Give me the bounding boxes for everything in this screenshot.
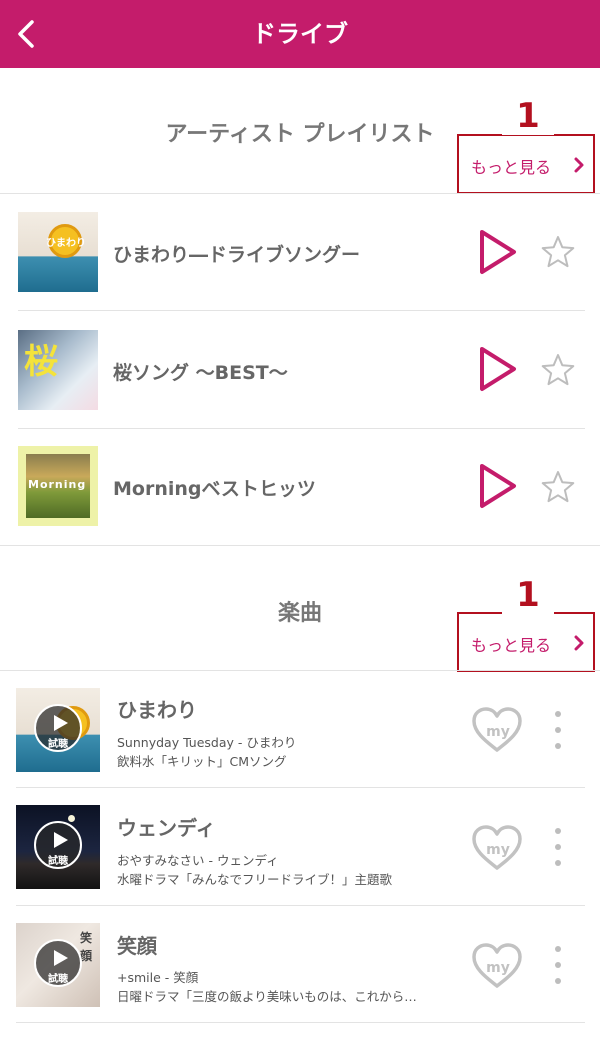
star-outline-icon: [541, 354, 575, 386]
play-button[interactable]: [476, 462, 520, 510]
annotation-badge: 1: [502, 576, 554, 614]
trial-play-button[interactable]: 試聴: [34, 704, 82, 752]
favorite-button[interactable]: [540, 469, 576, 505]
chevron-right-icon: [574, 635, 584, 651]
divider: [16, 905, 585, 906]
my-favorite-button[interactable]: my: [470, 824, 524, 872]
song-title: 笑顔: [117, 934, 157, 958]
kebab-icon: [555, 828, 561, 866]
play-button[interactable]: [476, 345, 520, 393]
play-icon: [54, 715, 68, 731]
moon-image: [68, 815, 75, 822]
my-favorite-button[interactable]: my: [470, 942, 524, 990]
kebab-icon: [555, 946, 561, 984]
svg-text:my: my: [486, 960, 510, 976]
song-artist-line: おやすみなさい - ウェンディ: [117, 853, 279, 868]
play-button[interactable]: [476, 228, 520, 276]
trial-play-button[interactable]: 試聴: [34, 821, 82, 869]
favorite-button[interactable]: [540, 352, 576, 388]
trial-play-button[interactable]: 試聴: [34, 939, 82, 987]
annotation-badge: 1: [502, 97, 554, 135]
playlist-thumbnail: 桜: [18, 330, 98, 410]
song-artist-line: +smile - 笑顔: [117, 970, 199, 985]
play-outline-icon: [480, 464, 516, 508]
divider: [18, 310, 585, 311]
star-outline-icon: [541, 236, 575, 268]
divider: [18, 428, 585, 429]
playlist-thumbnail: Morning: [18, 446, 98, 526]
more-options-button[interactable]: [548, 943, 568, 987]
song-more-button[interactable]: もっと見る: [457, 612, 595, 672]
page-title: ドライブ: [252, 20, 348, 48]
play-icon: [54, 950, 68, 966]
favorite-button[interactable]: [540, 234, 576, 270]
song-tieup-line: 日曜ドラマ「三度の飯より美味いものは、これから…: [117, 989, 417, 1004]
song-title: ウェンディ: [117, 816, 216, 840]
divider: [16, 1022, 585, 1023]
song-artist-line: Sunnyday Tuesday - ひまわり: [117, 735, 297, 750]
playlist-title: 桜ソング 〜BEST〜: [113, 362, 288, 384]
playlist-thumbnail: ひまわり: [18, 212, 98, 292]
app-header: ドライブ: [0, 0, 600, 68]
chevron-right-icon: [574, 157, 584, 173]
more-options-button[interactable]: [548, 825, 568, 869]
my-heart-icon: my: [472, 707, 522, 752]
more-label: もっと見る: [471, 158, 552, 177]
play-outline-icon: [480, 230, 516, 274]
play-outline-icon: [480, 347, 516, 391]
divider: [16, 787, 585, 788]
more-label: もっと見る: [471, 636, 552, 655]
song-thumbnail: 試聴: [16, 805, 100, 889]
song-title: ひまわり: [117, 698, 197, 722]
playlist-more-button[interactable]: もっと見る: [457, 134, 595, 194]
my-heart-icon: my: [472, 943, 522, 988]
song-tieup-line: 水曜ドラマ「みんなでフリードライブ！」主題歌: [117, 872, 393, 887]
my-heart-icon: my: [472, 825, 522, 870]
divider: [0, 545, 600, 546]
my-favorite-button[interactable]: my: [470, 706, 524, 754]
playlist-title: Morningベストヒッツ: [113, 478, 316, 500]
song-tieup-line: 飲料水「キリット」CMソング: [117, 754, 287, 769]
more-options-button[interactable]: [548, 708, 568, 752]
playlist-title: ひまわり―ドライブソングー: [113, 244, 361, 266]
kebab-icon: [555, 711, 561, 749]
svg-text:my: my: [486, 724, 510, 740]
divider: [0, 193, 600, 194]
play-icon: [54, 832, 68, 848]
song-thumbnail: 笑顔 試聴: [16, 923, 100, 1007]
song-thumbnail: 試聴: [16, 688, 100, 772]
divider: [0, 670, 600, 671]
star-outline-icon: [541, 471, 575, 503]
svg-text:my: my: [486, 842, 510, 858]
